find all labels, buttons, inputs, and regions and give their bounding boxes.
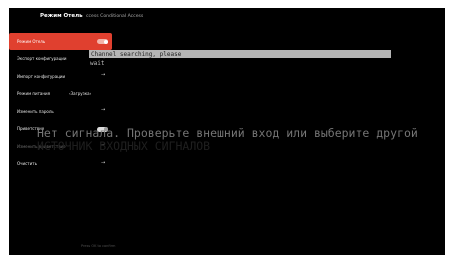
footer-hint: Press OK to confirm — [81, 244, 116, 248]
menu-item-label: Очистить — [17, 161, 37, 166]
menu-item-label: Экспорт конфигурации — [17, 56, 67, 61]
menu-item-label: Изменить пароль — [17, 108, 54, 114]
arrow-right-icon: → — [101, 107, 106, 113]
power-mode-value: ‹Загрузка› — [69, 91, 92, 96]
page-subtitle: ccess Conditional Access — [86, 13, 144, 19]
no-signal-message: Нет сигнала. Проверьте внешний вход или … — [37, 126, 418, 140]
hotel-mode-toggle[interactable] — [97, 39, 108, 44]
no-signal-message-continued: ИСТОЧНИК ВХОДНЫХ СИГНАЛОВ — [37, 139, 211, 153]
page-title: Режим Отель — [40, 13, 83, 19]
status-message: Channel searching, please — [91, 50, 182, 58]
menu-item-import-config[interactable]: Импорт конфигурации → — [9, 68, 112, 85]
arrow-right-icon: → — [101, 159, 106, 166]
menu-item-clear[interactable]: Очистить → — [9, 156, 112, 173]
menu-item-label: Импорт конфигурации — [17, 73, 66, 79]
menu-item-hotel-mode[interactable]: Режим Отель — [9, 33, 112, 50]
menu-item-label: Режим Отель — [17, 38, 46, 44]
tv-screen: Режим Отель ccess Conditional Access Реж… — [9, 8, 445, 255]
menu-item-label: Режим питания — [17, 91, 50, 96]
status-message-continued: wait — [90, 60, 105, 67]
arrow-right-icon: → — [101, 72, 106, 78]
toggle-knob — [103, 39, 108, 44]
menu-item-change-password[interactable]: Изменить пароль → — [9, 103, 112, 120]
menu-item-power-mode[interactable]: Режим питания ‹Загрузка› — [9, 86, 112, 103]
tv-content: Режим Отель ccess Conditional Access Реж… — [9, 8, 445, 255]
